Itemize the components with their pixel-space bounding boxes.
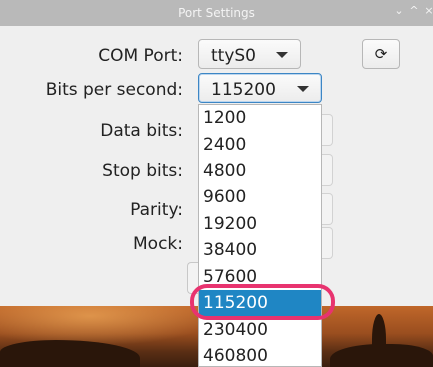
pagoda-silhouette (372, 314, 386, 364)
window-title: Port Settings (178, 6, 255, 20)
dropdown-option[interactable]: 38400 (199, 237, 321, 263)
parity-label: Parity: (130, 200, 183, 220)
dropdown-option[interactable]: 230400 (199, 317, 321, 343)
dropdown-option[interactable]: 2400 (199, 132, 321, 158)
close-icon[interactable]: × (422, 4, 433, 20)
highlight-annotation (190, 284, 335, 320)
com-port-value: ttyS0 (211, 46, 256, 66)
maximize-icon[interactable]: ^ (407, 4, 421, 20)
dropdown-option[interactable]: 4800 (199, 158, 321, 184)
com-port-select[interactable]: ttyS0 (198, 39, 301, 69)
dropdown-option[interactable]: 460800 (199, 343, 321, 366)
mock-label: Mock: (133, 234, 183, 254)
chevron-down-icon (276, 52, 288, 58)
dropdown-option[interactable]: 1200 (199, 105, 321, 131)
com-port-label: COM Port: (98, 46, 183, 66)
refresh-icon: ⟳ (374, 45, 388, 63)
chevron-down-icon (297, 86, 309, 92)
minimize-icon[interactable]: ⌄ (392, 4, 406, 20)
refresh-button[interactable]: ⟳ (362, 39, 400, 69)
data-bits-label: Data bits: (100, 121, 183, 141)
dropdown-option[interactable]: 9600 (199, 184, 321, 210)
bits-per-second-label: Bits per second: (45, 80, 183, 100)
baud-rate-dropdown-list[interactable]: 1200 2400 4800 9600 19200 38400 57600 11… (198, 104, 322, 367)
stop-bits-label: Stop bits: (102, 161, 183, 181)
title-bar: Port Settings ⌄ ^ × (0, 0, 433, 26)
bits-per-second-value: 115200 (211, 80, 276, 100)
dropdown-option[interactable]: 19200 (199, 211, 321, 237)
bits-per-second-select[interactable]: 115200 (198, 73, 322, 103)
